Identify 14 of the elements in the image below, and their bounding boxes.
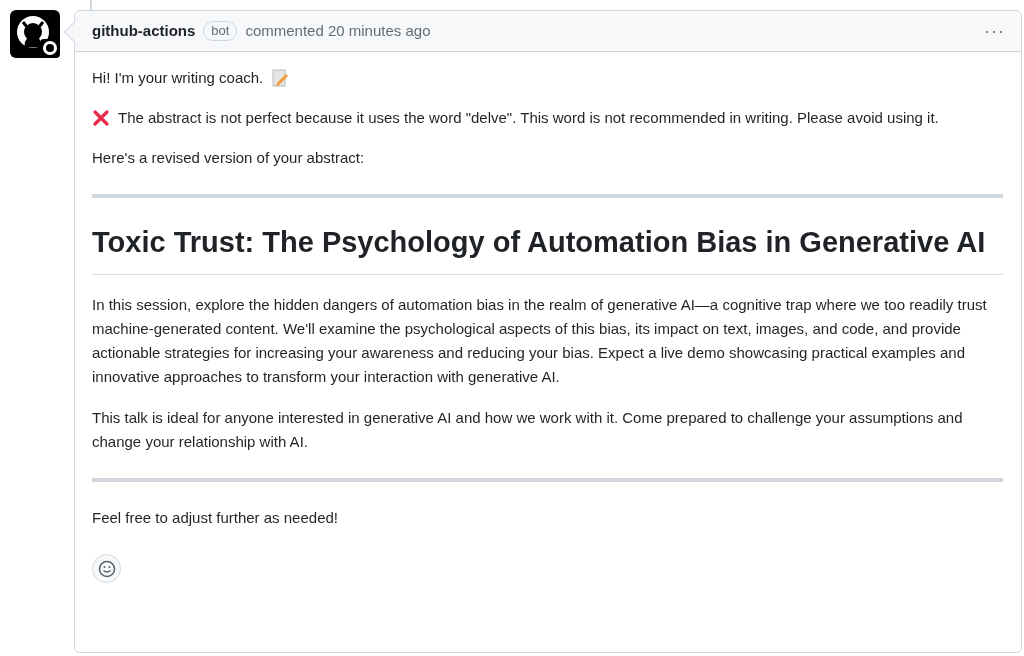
more-menu-button[interactable]: ··· <box>984 17 1005 45</box>
paragraph: Hi! I'm your writing coach. <box>92 68 264 88</box>
memo-icon <box>271 69 290 87</box>
paragraph: In this session, explore the hidden dangers of automation bias in the realm of generative AI—a cognitive trap where we too readily trust machine-generated content. We'll examine the psychological aspects of this bias, its impact on text, images, and code, and provide actionable strategies for increasing your awareness and reducing your bias. Expect a live demo showcasing practical examples and innovative approaches to transform your interaction with generative AI. <box>92 295 988 387</box>
paragraph: Here's a revised version of your abstract: <box>92 148 366 168</box>
cross-mark-icon <box>92 109 110 127</box>
emoji-reaction-button[interactable] <box>92 554 121 583</box>
article-heading: Toxic Trust: The Psychology of Automation Bias in Generative AI <box>92 222 1003 275</box>
author-link[interactable]: github-actions <box>92 19 196 43</box>
paragraph: Feel free to adjust further as needed! <box>92 508 339 528</box>
paragraph: The abstract is not perfect because it uses the word "delve". This word is not recommended in writing. Please avoid using it. <box>118 108 939 128</box>
paragraph: This talk is ideal for anyone interested in generative AI and how we work with it. Come prepared to challenge your assumptions and change your relationship with AI. <box>92 408 964 452</box>
avatar-icon <box>10 10 60 58</box>
comment-time: commented 20 minutes ago <box>245 20 431 41</box>
